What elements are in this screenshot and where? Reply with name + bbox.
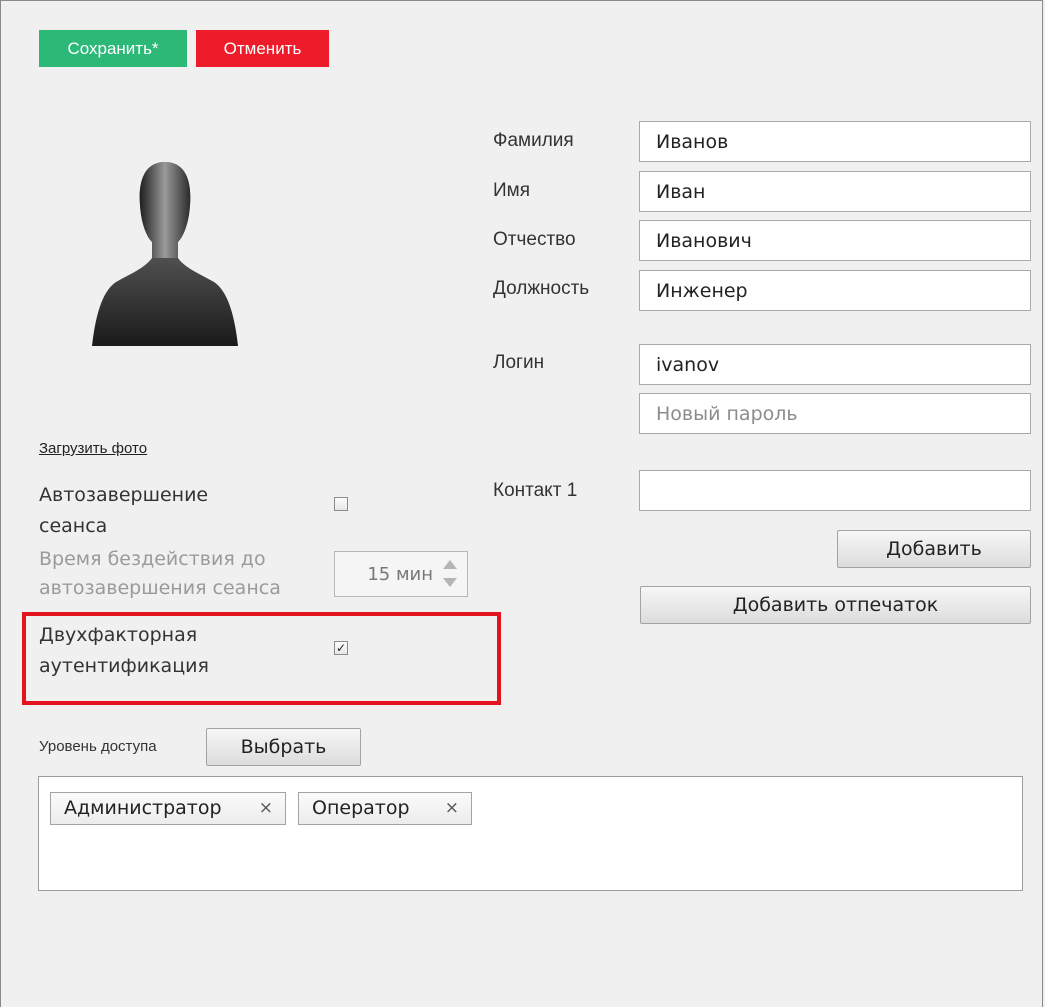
contact1-field[interactable]: [639, 470, 1031, 511]
contact1-label: Контакт 1: [493, 480, 578, 501]
cancel-button[interactable]: Отменить: [196, 30, 329, 67]
auto-end-session-label: Автозавершение сеанса: [39, 484, 209, 537]
auto-end-session-checkbox[interactable]: [334, 497, 348, 511]
new-password-field[interactable]: Новый пароль: [639, 393, 1031, 434]
last-name-label: Фамилия: [493, 130, 574, 151]
first-name-label: Имя: [493, 180, 531, 201]
idle-time-label: Время бездействия до автозавершения сеан…: [39, 548, 281, 599]
last-name-field[interactable]: Иванов: [639, 121, 1031, 162]
patronymic-label: Отчество: [493, 229, 576, 250]
access-tag: Администратор ×: [50, 792, 286, 825]
access-tag-label: Оператор: [312, 797, 410, 819]
two-factor-checkbox[interactable]: ✓: [334, 641, 348, 655]
upload-photo-link[interactable]: Загрузить фото: [39, 440, 147, 457]
add-fingerprint-button[interactable]: Добавить отпечаток: [640, 586, 1031, 624]
two-factor-label: Двухфакторная аутентификация: [39, 624, 209, 677]
spin-down-icon[interactable]: [443, 578, 457, 587]
choose-access-button[interactable]: Выбрать: [206, 728, 361, 766]
access-level-label: Уровень доступа: [39, 738, 157, 755]
position-field[interactable]: Инженер: [639, 270, 1031, 311]
spin-up-icon[interactable]: [443, 560, 457, 569]
save-button[interactable]: Сохранить*: [39, 30, 187, 67]
login-field[interactable]: ivanov: [639, 344, 1031, 385]
idle-time-value: 15 мин: [367, 564, 433, 585]
remove-tag-icon[interactable]: ×: [259, 793, 273, 824]
patronymic-field[interactable]: Иванович: [639, 220, 1031, 261]
avatar-placeholder-icon: [92, 162, 238, 346]
first-name-field[interactable]: Иван: [639, 171, 1031, 212]
add-contact-button[interactable]: Добавить: [837, 530, 1031, 568]
access-tag-label: Администратор: [64, 797, 222, 819]
position-label: Должность: [493, 278, 590, 299]
access-tags-box[interactable]: Администратор × Оператор ×: [38, 776, 1023, 891]
idle-time-spinner[interactable]: 15 мин: [334, 551, 468, 597]
access-tag: Оператор ×: [298, 792, 472, 825]
remove-tag-icon[interactable]: ×: [445, 793, 459, 824]
login-label: Логин: [493, 352, 545, 373]
